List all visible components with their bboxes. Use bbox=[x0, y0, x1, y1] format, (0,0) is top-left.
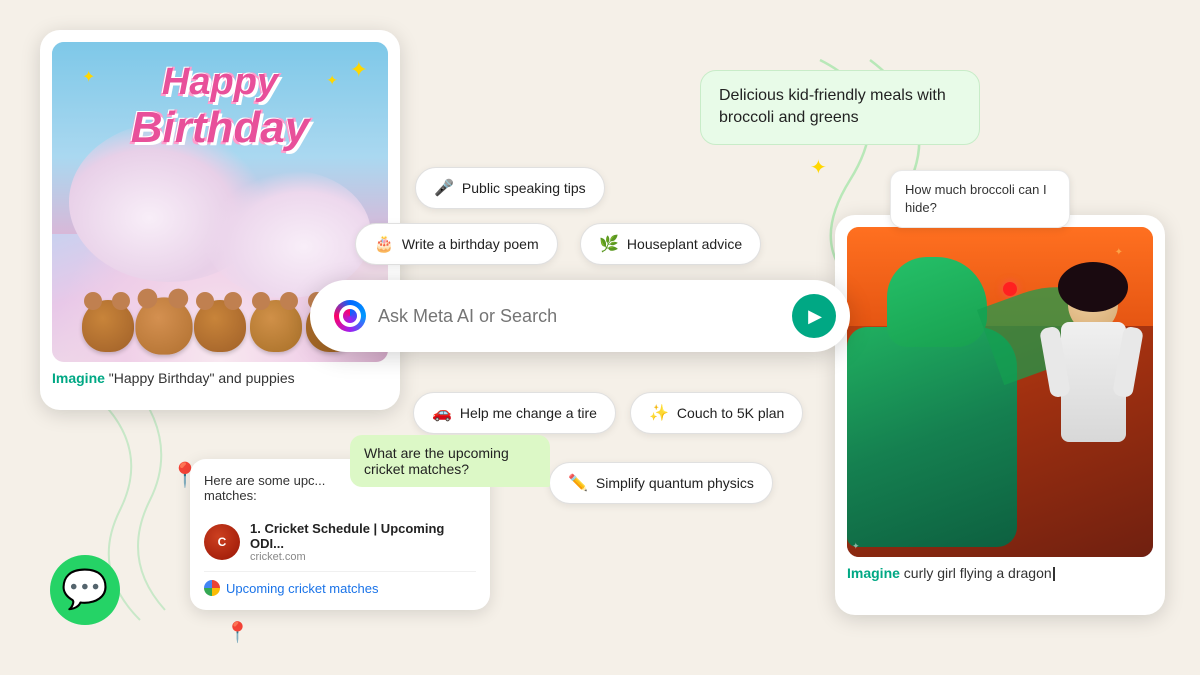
dragon-caption: Imagine curly girl flying a dragon bbox=[847, 565, 1153, 581]
couch-5k-emoji: ✨ bbox=[649, 403, 669, 423]
imagine-label: Imagine bbox=[52, 370, 105, 386]
dragon-card: ✦ ✦ Imagine curly girl flying a dragon bbox=[835, 215, 1165, 615]
couch-5k-label: Couch to 5K plan bbox=[677, 405, 784, 421]
main-container: ✦ ✦ ✦ Happy Birthday Imagine "Happy Birt… bbox=[0, 0, 1200, 675]
location-pin-2: 📍 bbox=[225, 620, 250, 645]
change-tire-emoji: 🚗 bbox=[432, 403, 452, 423]
cricket-question-text: What are the upcoming cricket matches? bbox=[364, 445, 509, 477]
broccoli-bubble: Delicious kid-friendly meals with brocco… bbox=[700, 70, 980, 145]
houseplant-label: Houseplant advice bbox=[627, 236, 742, 252]
whatsapp-circle: 💬 bbox=[50, 555, 120, 625]
birthday-caption: Imagine "Happy Birthday" and puppies bbox=[52, 370, 388, 386]
cricket-intro-text: Here are some upc...matches: bbox=[204, 473, 325, 503]
pill-houseplant[interactable]: 🌿 Houseplant advice bbox=[580, 223, 761, 265]
broccoli-bubble-text: Delicious kid-friendly meals with brocco… bbox=[719, 87, 946, 126]
dragon-image: ✦ ✦ bbox=[847, 227, 1153, 557]
birthday-card: ✦ ✦ ✦ Happy Birthday Imagine "Happy Birt… bbox=[40, 30, 400, 410]
cricket-google-link[interactable]: Upcoming cricket matches bbox=[204, 580, 476, 596]
houseplant-emoji: 🌿 bbox=[599, 234, 619, 254]
pill-quantum[interactable]: ✏️ Simplify quantum physics bbox=[549, 462, 773, 504]
cricket-result-info: 1. Cricket Schedule | Upcoming ODI... cr… bbox=[250, 521, 476, 563]
whatsapp-logo: 💬 bbox=[50, 555, 120, 625]
cricket-result-title: 1. Cricket Schedule | Upcoming ODI... bbox=[250, 521, 476, 551]
dragon-caption-text: curly girl flying a dragon bbox=[900, 565, 1052, 581]
send-arrow-icon: ▶ bbox=[808, 306, 822, 327]
sparkle-1: ✦ bbox=[810, 155, 827, 180]
public-speaking-emoji: 🎤 bbox=[434, 178, 454, 198]
meta-ai-icon bbox=[334, 300, 366, 332]
search-input[interactable] bbox=[378, 306, 780, 327]
birthday-poem-emoji: 🎂 bbox=[374, 234, 394, 254]
pill-public-speaking[interactable]: 🎤 Public speaking tips bbox=[415, 167, 605, 209]
pill-couch-5k[interactable]: ✨ Couch to 5K plan bbox=[630, 392, 803, 434]
birthday-poem-label: Write a birthday poem bbox=[402, 236, 539, 252]
quantum-emoji: ✏️ bbox=[568, 473, 588, 493]
birthday-caption-text: "Happy Birthday" and puppies bbox=[105, 370, 295, 386]
quantum-label: Simplify quantum physics bbox=[596, 475, 754, 491]
dragon-imagine-label: Imagine bbox=[847, 565, 900, 581]
whatsapp-icon: 💬 bbox=[61, 568, 108, 612]
broccoli-small-bubble: How much broccoli can I hide? bbox=[890, 170, 1070, 228]
pill-birthday-poem[interactable]: 🎂 Write a birthday poem bbox=[355, 223, 558, 265]
cricket-logo: C bbox=[204, 524, 240, 560]
public-speaking-label: Public speaking tips bbox=[462, 180, 586, 196]
cricket-question-bubble: What are the upcoming cricket matches? bbox=[350, 435, 550, 487]
broccoli-small-text: How much broccoli can I hide? bbox=[905, 182, 1047, 215]
search-bar[interactable]: ▶ bbox=[310, 280, 850, 352]
google-g-icon bbox=[204, 580, 220, 596]
birthday-text: Happy Birthday bbox=[52, 62, 388, 152]
cricket-result-item[interactable]: C 1. Cricket Schedule | Upcoming ODI... … bbox=[204, 513, 476, 572]
cricket-google-text: Upcoming cricket matches bbox=[226, 581, 378, 596]
pill-change-tire[interactable]: 🚗 Help me change a tire bbox=[413, 392, 616, 434]
change-tire-label: Help me change a tire bbox=[460, 405, 597, 421]
cricket-result-url: cricket.com bbox=[250, 551, 476, 563]
send-button[interactable]: ▶ bbox=[792, 294, 836, 338]
